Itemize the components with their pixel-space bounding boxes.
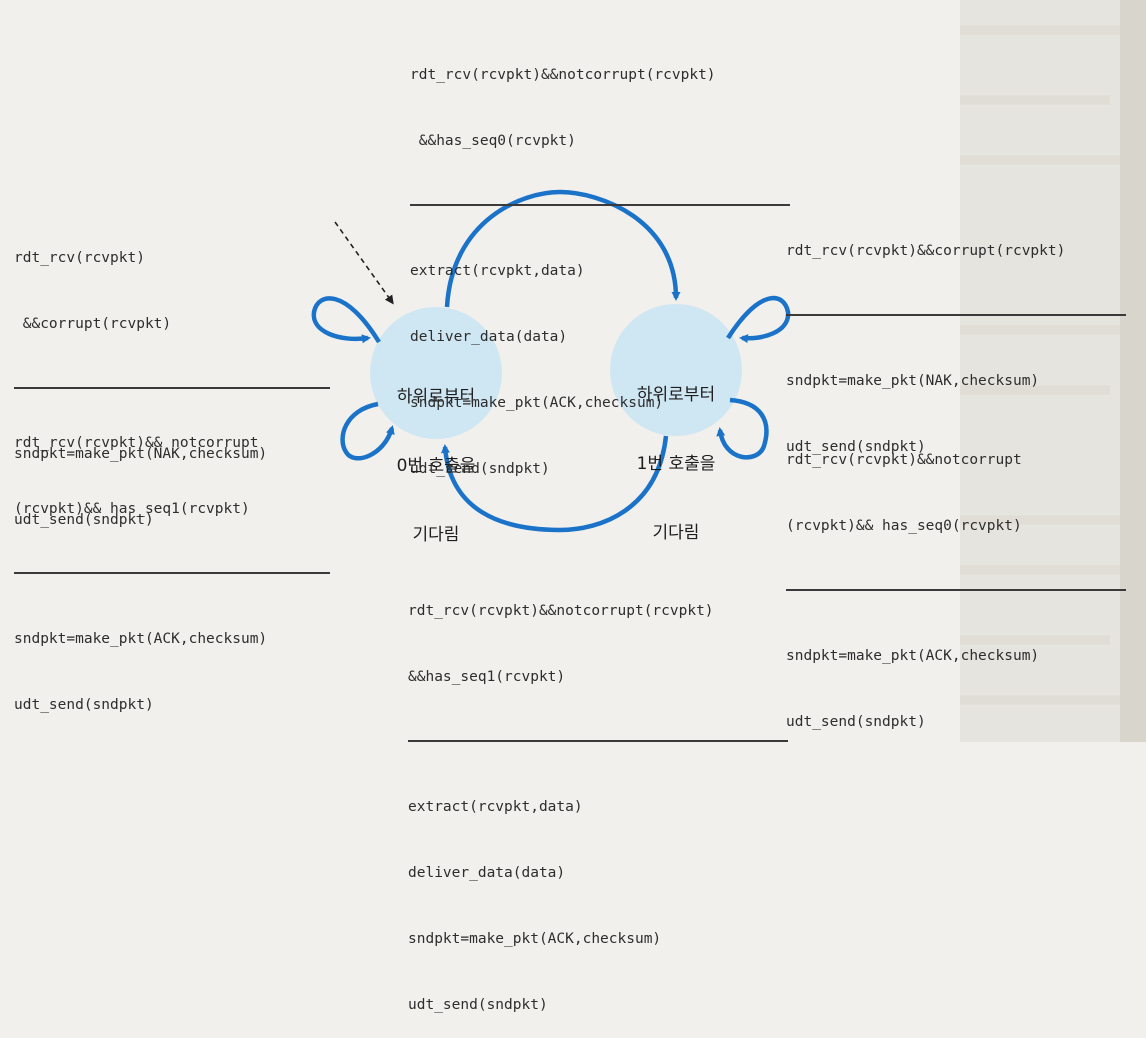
- transition-bottom-action-1: extract(rcvpkt,data): [408, 799, 583, 815]
- transition-right-seq0-label: rdt_rcv(rcvpkt)&&notcorrupt (rcvpkt)&& h…: [786, 405, 1126, 755]
- transition-bottom-event-line-2: &&has_seq1(rcvpkt): [408, 669, 566, 685]
- transition-top-event-line-1: rdt_rcv(rcvpkt)&&notcorrupt(rcvpkt): [410, 67, 716, 83]
- transition-bottom-action-2: deliver_data(data): [408, 865, 566, 881]
- initial-state-arrow: [334, 221, 394, 305]
- left-seq1-action-1: sndpkt=make_pkt(ACK,checksum): [14, 631, 268, 647]
- transition-top-action-1: extract(rcvpkt,data): [410, 263, 585, 279]
- right-seq0-action-1: sndpkt=make_pkt(ACK,checksum): [786, 648, 1040, 664]
- transition-top-divider: [410, 204, 790, 206]
- transition-left-seq1-label: rdt_rcv(rcvpkt)&& notcorrupt (rcvpkt)&& …: [14, 388, 330, 738]
- right-seq0-event-line-1: rdt_rcv(rcvpkt)&&notcorrupt: [786, 452, 1022, 468]
- left-seq1-divider: [14, 572, 330, 574]
- right-corrupt-action-1: sndpkt=make_pkt(NAK,checksum): [786, 373, 1040, 389]
- transition-top-action-2: deliver_data(data): [410, 329, 568, 345]
- transition-top-action-4: udt_send(sndpkt): [410, 461, 550, 477]
- transition-bottom-action-3: sndpkt=make_pkt(ACK,checksum): [408, 931, 662, 947]
- transition-top-label: rdt_rcv(rcvpkt)&&notcorrupt(rcvpkt) &&ha…: [410, 20, 790, 502]
- transition-top-action-3: sndpkt=make_pkt(ACK,checksum): [410, 395, 664, 411]
- right-corrupt-divider: [786, 314, 1126, 316]
- state-wait-1-line-3: 기다림: [652, 523, 700, 543]
- left-corrupt-event-line-2: &&corrupt(rcvpkt): [14, 316, 172, 332]
- right-seq0-event-line-2: (rcvpkt)&& has_seq0(rcvpkt): [786, 518, 1022, 534]
- left-seq1-event-line-2: (rcvpkt)&& has_seq1(rcvpkt): [14, 501, 250, 517]
- transition-bottom-label: rdt_rcv(rcvpkt)&&notcorrupt(rcvpkt) &&ha…: [408, 556, 788, 1038]
- transition-bottom-action-4: udt_send(sndpkt): [408, 997, 548, 1013]
- right-seq0-action-2: udt_send(sndpkt): [786, 714, 926, 730]
- right-corrupt-event-line-1: rdt_rcv(rcvpkt)&&corrupt(rcvpkt): [786, 243, 1066, 259]
- left-seq1-action-2: udt_send(sndpkt): [14, 697, 154, 713]
- right-seq0-divider: [786, 589, 1126, 591]
- state-wait-0-line-3: 기다림: [412, 525, 460, 545]
- transition-bottom-event-line-1: rdt_rcv(rcvpkt)&&notcorrupt(rcvpkt): [408, 603, 714, 619]
- left-corrupt-event-line-1: rdt_rcv(rcvpkt): [14, 250, 145, 266]
- transition-top-event-line-2: &&has_seq0(rcvpkt): [410, 133, 576, 149]
- left-seq1-event-line-1: rdt_rcv(rcvpkt)&& notcorrupt: [14, 435, 259, 451]
